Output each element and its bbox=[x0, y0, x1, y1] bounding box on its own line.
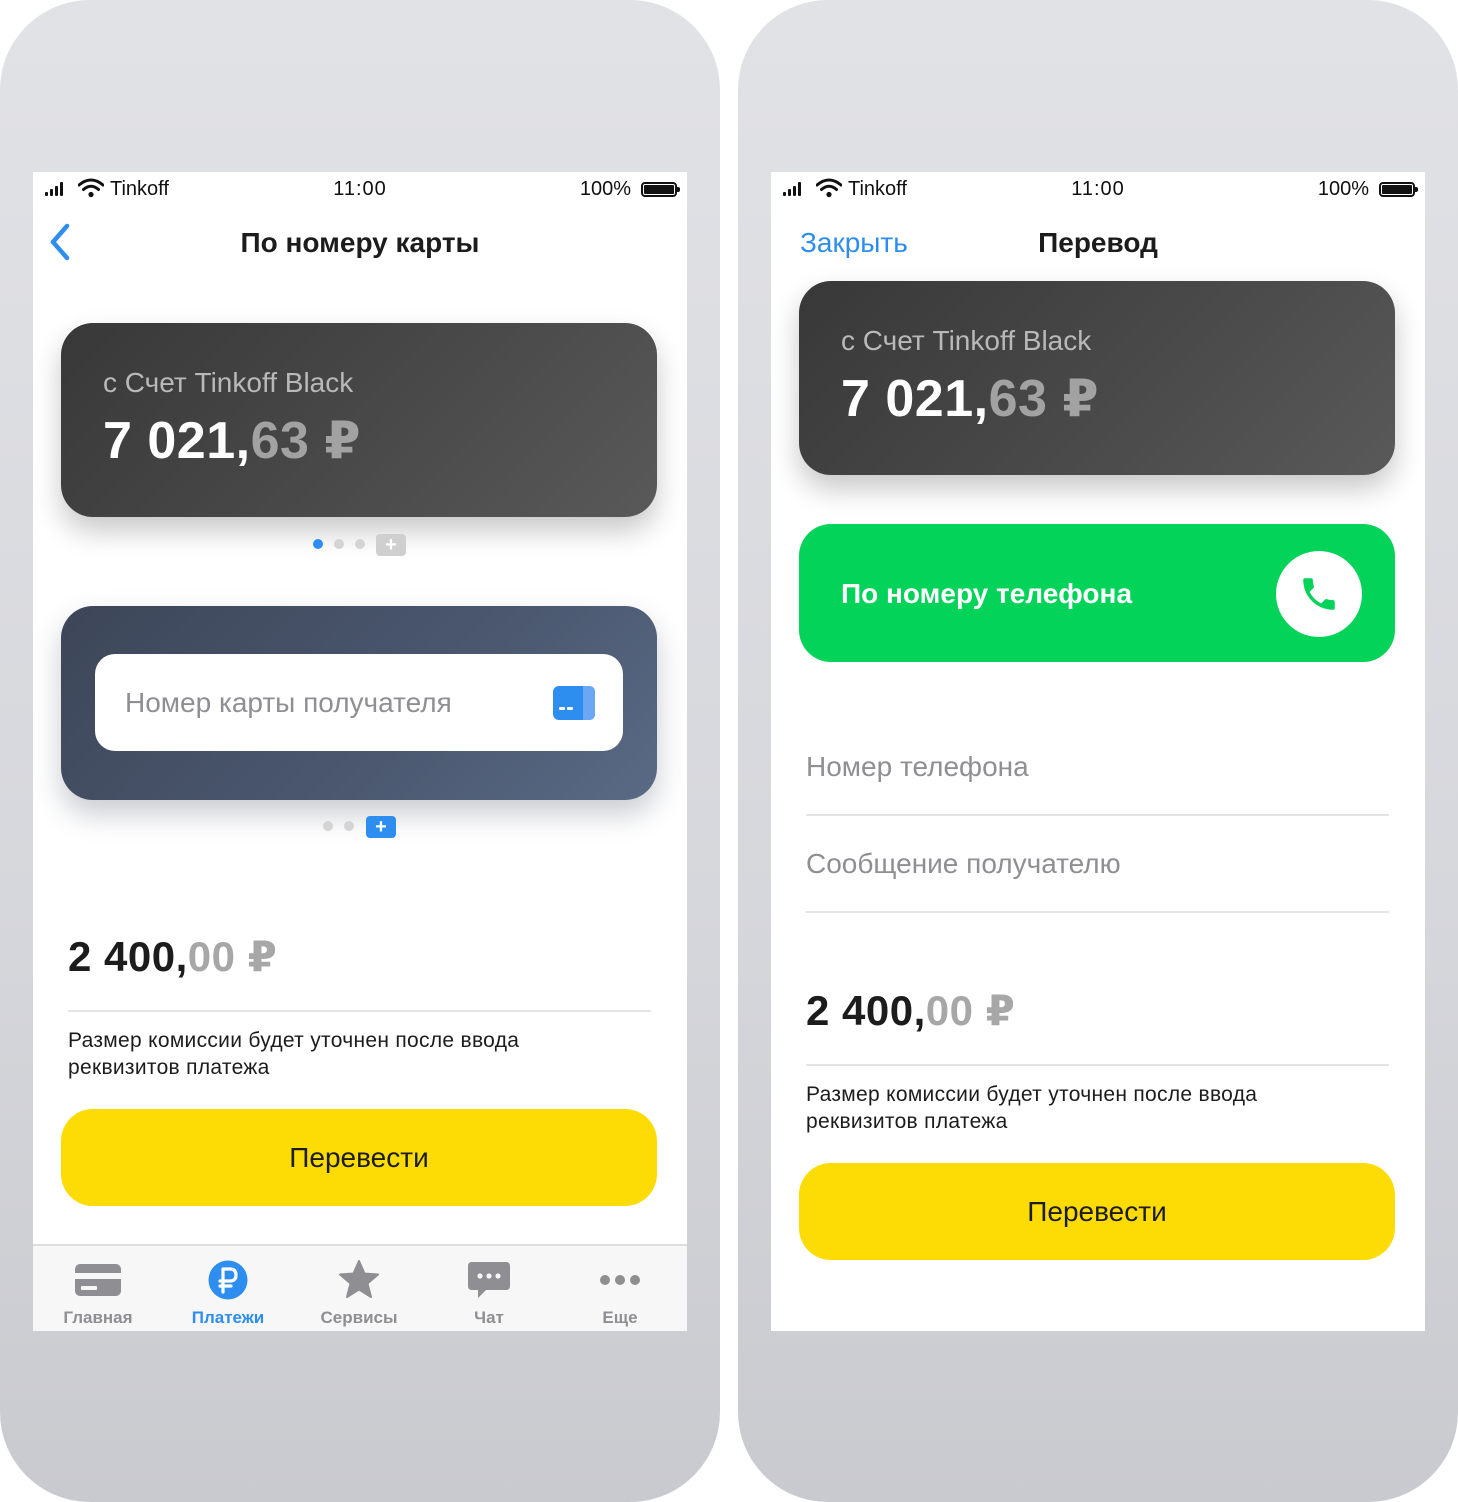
page-title: По номеру карты bbox=[240, 227, 480, 258]
recipient-card-number-input[interactable] bbox=[95, 654, 623, 751]
phone-icon-badge bbox=[1276, 551, 1362, 637]
account-name: с Счет Tinkoff Black bbox=[841, 325, 1092, 356]
tab-services[interactable]: Сервисы bbox=[294, 1246, 424, 1331]
field-divider bbox=[806, 814, 1389, 816]
recipient-card bbox=[61, 606, 657, 800]
account-name: с Счет Tinkoff Black bbox=[103, 367, 354, 398]
battery-icon bbox=[641, 182, 680, 197]
account-balance: 7 021,63 ₽ bbox=[841, 370, 1100, 428]
screen-card-transfer: Tinkoff 11:00 100% По номеру карты с Сче… bbox=[33, 172, 687, 1331]
transfer-button[interactable]: Перевести bbox=[799, 1163, 1395, 1260]
field-divider bbox=[806, 911, 1389, 913]
card-scan-icon[interactable] bbox=[553, 686, 595, 720]
amount-field[interactable]: 2 400,00 ₽ bbox=[68, 932, 277, 981]
tab-chat[interactable]: Чат bbox=[424, 1246, 554, 1331]
chat-icon bbox=[468, 1262, 510, 1298]
tab-home[interactable]: Главная bbox=[33, 1246, 163, 1331]
page-title: Перевод bbox=[1038, 227, 1158, 258]
battery-percent: 100% bbox=[1317, 178, 1369, 200]
star-icon bbox=[339, 1260, 379, 1298]
source-account-card[interactable]: с Счет Tinkoff Black 7 021,63 ₽ bbox=[61, 323, 657, 517]
account-balance: 7 021,63 ₽ bbox=[103, 412, 362, 470]
amount-divider bbox=[806, 1064, 1389, 1066]
amount-field[interactable]: 2 400,00 ₽ bbox=[806, 986, 1015, 1035]
pager-dot[interactable] bbox=[334, 539, 344, 549]
more-icon bbox=[600, 1275, 640, 1285]
source-account-card[interactable]: с Счет Tinkoff Black 7 021,63 ₽ bbox=[799, 281, 1395, 475]
recipient-card-pager: + bbox=[323, 816, 396, 838]
status-bar: Tinkoff 11:00 100% bbox=[33, 172, 687, 206]
add-recipient-card-button[interactable]: + bbox=[366, 816, 396, 838]
tab-more[interactable]: Еще bbox=[555, 1246, 685, 1331]
battery-icon bbox=[1379, 182, 1418, 197]
commission-note: Размер комиссии будет уточнен после ввод… bbox=[68, 1029, 520, 1079]
card-icon bbox=[75, 1264, 121, 1296]
pager-dot[interactable] bbox=[355, 539, 365, 549]
transfer-button[interactable]: Перевести bbox=[61, 1109, 657, 1206]
tab-bar: Главная Платежи Сервисы Чат Еще bbox=[33, 1244, 687, 1331]
phone-icon bbox=[1303, 578, 1335, 610]
pager-dot[interactable] bbox=[313, 539, 323, 549]
phone-frame-card-transfer: Tinkoff 11:00 100% По номеру карты с Сче… bbox=[0, 0, 720, 1502]
pager-dot[interactable] bbox=[344, 821, 354, 831]
battery-percent: 100% bbox=[579, 178, 631, 200]
add-account-button[interactable]: + bbox=[376, 534, 406, 556]
recipient-message-input[interactable] bbox=[806, 834, 1389, 894]
screen-phone-transfer: Tinkoff 11:00 100% Закрыть Перевод с Сче… bbox=[771, 172, 1425, 1331]
source-account-pager: + bbox=[313, 534, 413, 556]
ruble-icon bbox=[208, 1260, 248, 1300]
phone-button-label: По номеру телефона bbox=[841, 578, 1133, 609]
transfer-by-phone-button[interactable]: По номеру телефона bbox=[799, 524, 1395, 662]
tab-payments[interactable]: Платежи bbox=[163, 1246, 293, 1331]
phone-number-input[interactable] bbox=[806, 737, 1389, 797]
status-bar: Tinkoff 11:00 100% bbox=[771, 172, 1425, 206]
pager-dot[interactable] bbox=[323, 821, 333, 831]
phone-frame-phone-transfer: Tinkoff 11:00 100% Закрыть Перевод с Сче… bbox=[738, 0, 1458, 1502]
amount-divider bbox=[68, 1010, 651, 1012]
commission-note: Размер комиссии будет уточнен после ввод… bbox=[806, 1083, 1258, 1133]
